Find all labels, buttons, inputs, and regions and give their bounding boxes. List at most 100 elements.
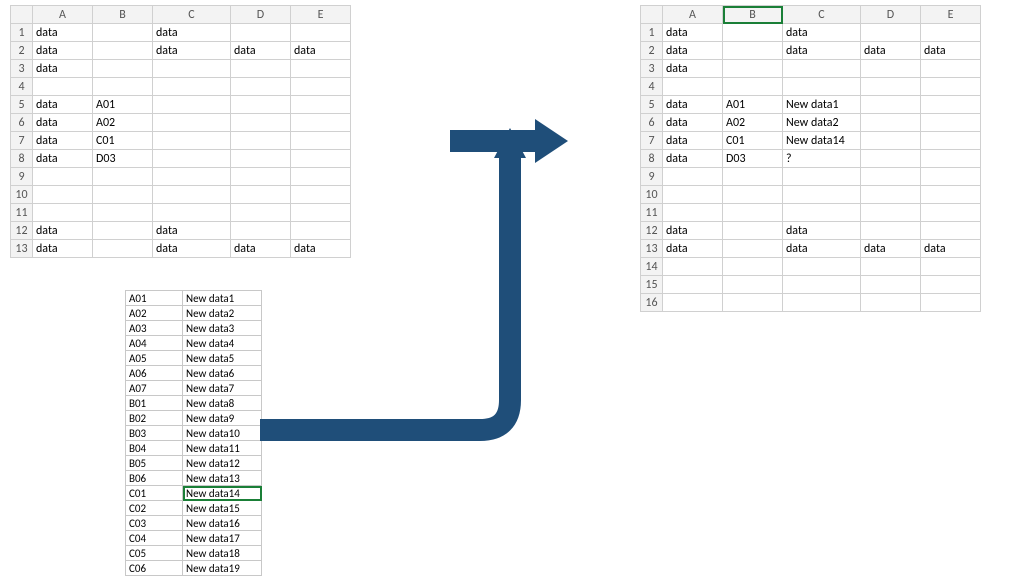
cell[interactable] [783,258,861,276]
lookup-key[interactable]: C06 [126,561,183,576]
column-header-c[interactable]: C [783,6,861,24]
cell[interactable] [921,276,981,294]
cell[interactable]: data [783,240,861,258]
row-header[interactable]: 16 [641,294,663,312]
cell[interactable] [291,114,351,132]
cell[interactable] [783,186,861,204]
row-header[interactable]: 7 [641,132,663,150]
row-header[interactable]: 2 [11,42,33,60]
column-header-d[interactable]: D [861,6,921,24]
cell[interactable]: data [663,150,723,168]
cell[interactable] [723,258,783,276]
row-header[interactable]: 3 [11,60,33,78]
cell[interactable] [291,24,351,42]
cell[interactable] [663,168,723,186]
cell[interactable]: A01 [93,96,153,114]
cell[interactable] [921,78,981,96]
cell[interactable] [231,114,291,132]
cell[interactable]: data [663,114,723,132]
cell[interactable] [231,60,291,78]
cell[interactable]: data [33,132,93,150]
cell[interactable] [861,294,921,312]
cell[interactable] [93,240,153,258]
cell[interactable] [861,96,921,114]
cell[interactable] [231,168,291,186]
cell[interactable]: data [861,240,921,258]
cell[interactable] [861,114,921,132]
cell[interactable]: data [153,222,231,240]
cell[interactable] [663,258,723,276]
cell[interactable]: data [33,222,93,240]
column-header-e[interactable]: E [921,6,981,24]
lookup-value[interactable]: New data13 [183,471,262,486]
cell[interactable] [231,204,291,222]
row-header[interactable]: 1 [641,24,663,42]
lookup-value[interactable]: New data17 [183,531,262,546]
column-header-d[interactable]: D [231,6,291,24]
cell[interactable] [783,168,861,186]
cell[interactable] [231,24,291,42]
cell[interactable]: data [33,60,93,78]
cell[interactable] [153,114,231,132]
cell[interactable]: C01 [723,132,783,150]
lookup-key[interactable]: A06 [126,366,183,381]
column-header-e[interactable]: E [291,6,351,24]
cell[interactable] [861,276,921,294]
cell[interactable]: data [33,24,93,42]
column-header-c[interactable]: C [153,6,231,24]
cell[interactable] [663,204,723,222]
lookup-value[interactable]: New data10 [183,426,262,441]
cell[interactable]: data [783,24,861,42]
cell[interactable] [921,24,981,42]
cell[interactable] [231,96,291,114]
cell[interactable] [723,204,783,222]
cell[interactable] [921,60,981,78]
row-header[interactable]: 6 [11,114,33,132]
cell[interactable] [921,204,981,222]
cell[interactable] [783,276,861,294]
lookup-value[interactable]: New data6 [183,366,262,381]
select-all-corner[interactable] [11,6,33,24]
cell[interactable]: data [33,114,93,132]
cell[interactable]: New data2 [783,114,861,132]
cell[interactable] [93,186,153,204]
row-header[interactable]: 11 [641,204,663,222]
cell[interactable]: data [921,240,981,258]
cell[interactable] [921,132,981,150]
row-header[interactable]: 4 [11,78,33,96]
column-header-a[interactable]: A [663,6,723,24]
cell[interactable] [861,132,921,150]
cell[interactable]: data [33,96,93,114]
cell[interactable]: data [33,240,93,258]
cell[interactable] [861,78,921,96]
lookup-key[interactable]: B01 [126,396,183,411]
cell[interactable]: data [783,42,861,60]
cell[interactable]: data [231,42,291,60]
lookup-value[interactable]: New data16 [183,516,262,531]
cell[interactable] [723,78,783,96]
row-header[interactable]: 9 [11,168,33,186]
cell[interactable] [663,78,723,96]
row-header[interactable]: 9 [641,168,663,186]
cell[interactable] [723,294,783,312]
row-header[interactable]: 8 [641,150,663,168]
cell[interactable] [153,96,231,114]
lookup-value[interactable]: New data7 [183,381,262,396]
lookup-value[interactable]: New data2 [183,306,262,321]
cell[interactable] [723,168,783,186]
cell[interactable] [231,132,291,150]
cell[interactable]: data [663,24,723,42]
cell[interactable] [861,168,921,186]
lookup-key[interactable]: A05 [126,351,183,366]
lookup-key[interactable]: B05 [126,456,183,471]
cell[interactable] [291,168,351,186]
cell[interactable] [291,186,351,204]
lookup-key[interactable]: B06 [126,471,183,486]
cell[interactable] [723,222,783,240]
cell[interactable] [921,168,981,186]
cell[interactable] [783,60,861,78]
cell[interactable]: data [153,24,231,42]
cell[interactable] [93,168,153,186]
cell[interactable] [93,204,153,222]
cell[interactable]: data [921,42,981,60]
